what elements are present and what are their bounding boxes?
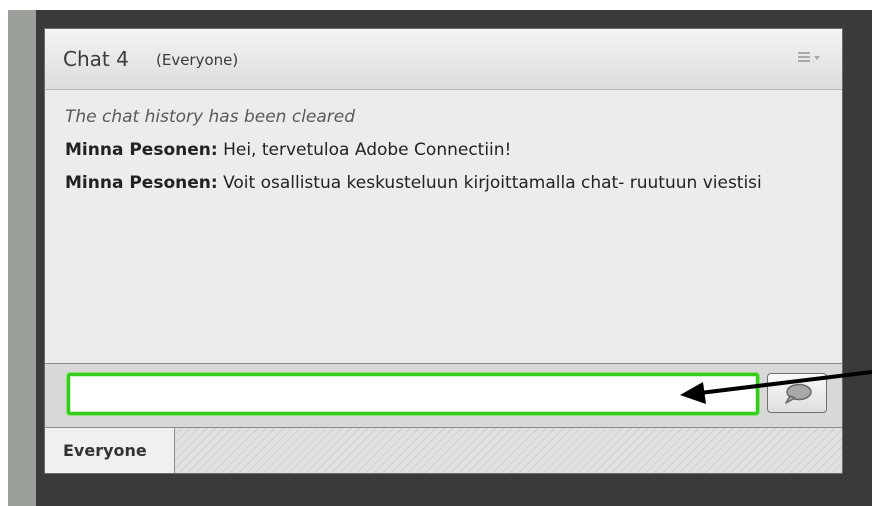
chat-pod: Chat 4 (Everyone) The chat history has b… [44, 28, 843, 474]
menu-line [798, 52, 810, 54]
chat-message: Minna Pesonen: Voit osallistua keskustel… [65, 172, 822, 195]
pod-audience: (Everyone) [156, 51, 239, 69]
left-stage-strip [8, 10, 36, 506]
chat-input[interactable] [67, 373, 759, 415]
system-notice: The chat history has been cleared [65, 107, 356, 127]
message-text: Voit osallistua keskusteluun kirjoittama… [217, 173, 762, 193]
chat-message: Minna Pesonen: Hei, tervetuloa Adobe Con… [65, 139, 822, 162]
send-button[interactable] [767, 373, 827, 413]
chevron-down-icon [814, 56, 820, 60]
menu-line [798, 56, 810, 58]
message-sender: Minna Pesonen: [65, 173, 218, 193]
tab-everyone[interactable]: Everyone [45, 428, 175, 473]
message-sender: Minna Pesonen: [65, 140, 218, 160]
message-text: Hei, tervetuloa Adobe Connectiin! [217, 140, 512, 160]
compose-area [45, 363, 842, 427]
pod-title: Chat 4 [63, 47, 129, 71]
menu-line [798, 60, 810, 62]
speech-bubble-icon [785, 383, 812, 404]
pod-header: Chat 4 (Everyone) [45, 29, 842, 90]
pod-menu-icon[interactable] [798, 50, 820, 66]
chat-messages: The chat history has been cleared Minna … [45, 90, 842, 363]
recipient-tab-bar: Everyone [45, 427, 842, 473]
